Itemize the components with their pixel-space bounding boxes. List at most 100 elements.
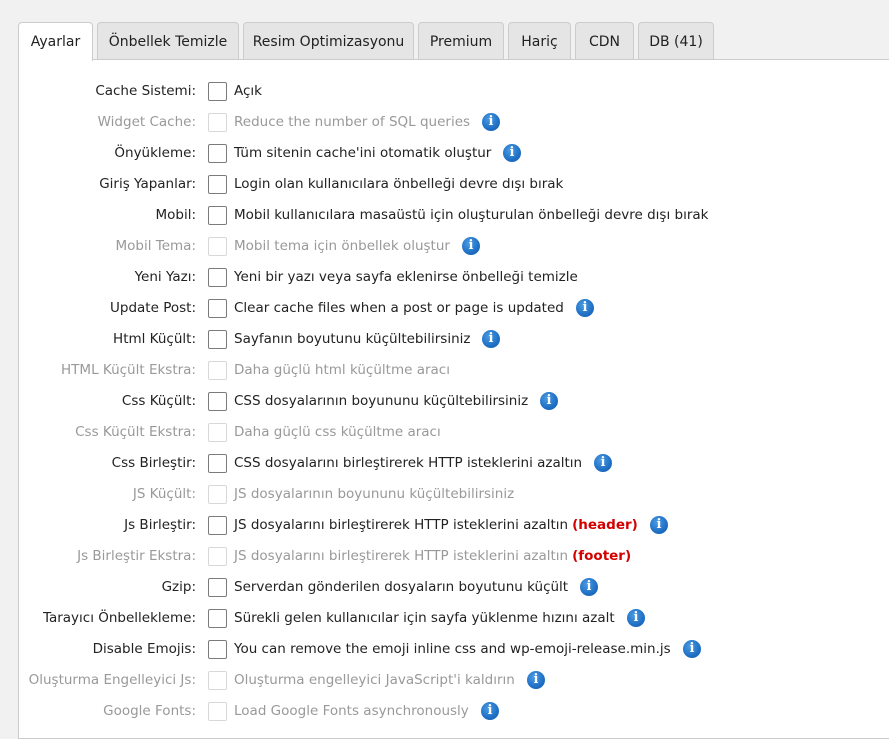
setting-row: Disable Emojis: You can remove the emoji … xyxy=(0,634,889,665)
setting-checkbox[interactable] xyxy=(208,330,227,349)
setting-description: CSS dosyalarını birleştirerek HTTP istek… xyxy=(234,448,582,479)
info-icon[interactable]: i xyxy=(576,299,594,317)
setting-checkbox[interactable] xyxy=(208,144,227,163)
tab-db[interactable]: DB (41) xyxy=(638,22,714,59)
setting-description: Clear cache files when a post or page is… xyxy=(234,293,564,324)
setting-row: HTML Küçült Ekstra: Daha güçlü html küçül… xyxy=(0,355,889,386)
setting-label: Önyükleme: xyxy=(114,145,196,161)
setting-checkbox[interactable] xyxy=(208,578,227,597)
setting-checkbox[interactable] xyxy=(208,454,227,473)
setting-description: Mobil tema için önbellek oluştur xyxy=(234,231,450,262)
setting-description: CSS dosyalarının boyununu küçültebilirsi… xyxy=(234,386,528,417)
setting-description: Sayfanın boyutunu küçültebilirsiniz xyxy=(234,324,470,355)
info-icon[interactable]: i xyxy=(594,454,612,472)
setting-checkbox[interactable] xyxy=(208,82,227,101)
setting-description-text: Serverdan gönderilen dosyaların boyutunu… xyxy=(234,579,569,595)
setting-row: Oluşturma Engelleyici Js: Oluşturma engel… xyxy=(0,665,889,696)
setting-description-text: CSS dosyalarını birleştirerek HTTP istek… xyxy=(234,455,583,471)
setting-checkbox[interactable] xyxy=(208,299,227,318)
setting-label: Mobil Tema: xyxy=(115,238,197,254)
setting-checkbox xyxy=(208,423,227,442)
setting-description-text: Mobil tema için önbellek oluştur xyxy=(234,238,450,254)
setting-checkbox[interactable] xyxy=(208,516,227,535)
setting-checkbox[interactable] xyxy=(208,206,227,225)
setting-description: Daha güçlü html küçültme aracı xyxy=(234,355,450,386)
setting-row: Widget Cache: Reduce the number of SQL qu… xyxy=(0,107,889,138)
setting-label: Html Küçült: xyxy=(113,331,196,347)
setting-row: Js Birleştir: JS dosyalarını birleştirere… xyxy=(0,510,889,541)
setting-description-text: Açık xyxy=(234,83,262,99)
setting-row: Css Küçült Ekstra: Daha güçlü css küçültm… xyxy=(0,417,889,448)
setting-description-text: JS dosyalarını birleştirerek HTTP istekl… xyxy=(234,548,569,564)
setting-checkbox[interactable] xyxy=(208,268,227,287)
info-icon[interactable]: i xyxy=(580,578,598,596)
setting-checkbox xyxy=(208,671,227,690)
setting-description-text: CSS dosyalarının boyununu küçültebilirsi… xyxy=(234,393,529,409)
setting-label: Css Küçült: xyxy=(121,393,196,409)
setting-description-text: JS dosyalarının boyununu küçültebilirsin… xyxy=(234,486,515,502)
setting-description: Sürekli gelen kullanıcılar için sayfa yü… xyxy=(234,603,615,634)
setting-description: You can remove the emoji inline css and … xyxy=(234,634,671,665)
setting-description-text: Load Google Fonts asynchronously xyxy=(234,703,469,719)
setting-description: JS dosyalarının boyununu küçültebilirsin… xyxy=(234,479,514,510)
info-icon[interactable]: i xyxy=(627,609,645,627)
setting-checkbox[interactable] xyxy=(208,640,227,659)
setting-description: Serverdan gönderilen dosyaların boyutunu… xyxy=(234,572,568,603)
setting-description: Tüm sitenin cache'ini otomatik oluştur xyxy=(234,138,491,169)
setting-label: Css Birleştir: xyxy=(111,455,196,471)
setting-checkbox[interactable] xyxy=(208,392,227,411)
setting-label: Mobil: xyxy=(155,207,196,223)
setting-checkbox xyxy=(208,702,227,721)
setting-description: Mobil kullanıcılara masaüstü için oluştu… xyxy=(234,200,708,231)
setting-description-text: Mobil kullanıcılara masaüstü için oluştu… xyxy=(234,207,709,223)
info-icon[interactable]: i xyxy=(481,702,499,720)
setting-row: Önyükleme: Tüm sitenin cache'ini otomatik… xyxy=(0,138,889,169)
info-icon[interactable]: i xyxy=(482,330,500,348)
setting-label: Yeni Yazı: xyxy=(134,269,196,285)
setting-label: Widget Cache: xyxy=(97,114,196,130)
info-icon[interactable]: i xyxy=(540,392,558,410)
setting-row: Yeni Yazı: Yeni bir yazı veya sayfa eklen… xyxy=(0,262,889,293)
setting-row: Js Birleştir Ekstra: JS dosyalarını birle… xyxy=(0,541,889,572)
tab-onbellek-temizle[interactable]: Önbellek Temizle xyxy=(97,22,239,59)
info-icon[interactable]: i xyxy=(503,144,521,162)
setting-label: JS Küçült: xyxy=(132,486,196,502)
setting-description: Açık xyxy=(234,76,262,107)
setting-row: Css Küçült: CSS dosyalarının boyununu küç… xyxy=(0,386,889,417)
setting-row: Css Birleştir: CSS dosyalarını birleştire… xyxy=(0,448,889,479)
setting-description-text: Daha güçlü css küçültme aracı xyxy=(234,424,441,440)
setting-description-text: You can remove the emoji inline css and … xyxy=(234,641,671,657)
setting-label: Tarayıcı Önbellekleme: xyxy=(42,610,196,626)
tab-premium[interactable]: Premium xyxy=(418,22,504,59)
setting-tag: (header) xyxy=(572,517,638,533)
setting-description: Reduce the number of SQL queries xyxy=(234,107,470,138)
setting-checkbox xyxy=(208,361,227,380)
setting-checkbox[interactable] xyxy=(208,609,227,628)
setting-description: Daha güçlü css küçültme aracı xyxy=(234,417,441,448)
setting-description: JS dosyalarını birleştirerek HTTP istekl… xyxy=(234,510,638,541)
info-icon[interactable]: i xyxy=(683,640,701,658)
setting-row: JS Küçült: JS dosyalarının boyununu küçül… xyxy=(0,479,889,510)
setting-description-text: Daha güçlü html küçültme aracı xyxy=(234,362,450,378)
setting-label: Google Fonts: xyxy=(103,703,196,719)
setting-label: Css Küçült Ekstra: xyxy=(75,424,196,440)
info-icon[interactable]: i xyxy=(462,237,480,255)
setting-label: Update Post: xyxy=(110,300,196,316)
tab-cdn[interactable]: CDN xyxy=(575,22,634,59)
info-icon[interactable]: i xyxy=(482,113,500,131)
setting-label: HTML Küçült Ekstra: xyxy=(61,362,196,378)
info-icon[interactable]: i xyxy=(650,516,668,534)
setting-checkbox xyxy=(208,485,227,504)
setting-description-text: Reduce the number of SQL queries xyxy=(234,114,471,130)
tab-resim-optimizasyonu[interactable]: Resim Optimizasyonu xyxy=(243,22,414,59)
setting-checkbox[interactable] xyxy=(208,175,227,194)
setting-row: Google Fonts: Load Google Fonts asynchron… xyxy=(0,696,889,727)
tab-ayarlar[interactable]: Ayarlar xyxy=(18,22,93,61)
info-icon[interactable]: i xyxy=(527,671,545,689)
setting-label: Gzip: xyxy=(161,579,196,595)
setting-description-text: Login olan kullanıcılara önbelleği devre… xyxy=(234,176,564,192)
setting-checkbox xyxy=(208,113,227,132)
setting-row: Update Post: Clear cache files when a pos… xyxy=(0,293,889,324)
setting-row: Mobil Tema: Mobil tema için önbellek oluş… xyxy=(0,231,889,262)
tab-haric[interactable]: Hariç xyxy=(508,22,571,59)
